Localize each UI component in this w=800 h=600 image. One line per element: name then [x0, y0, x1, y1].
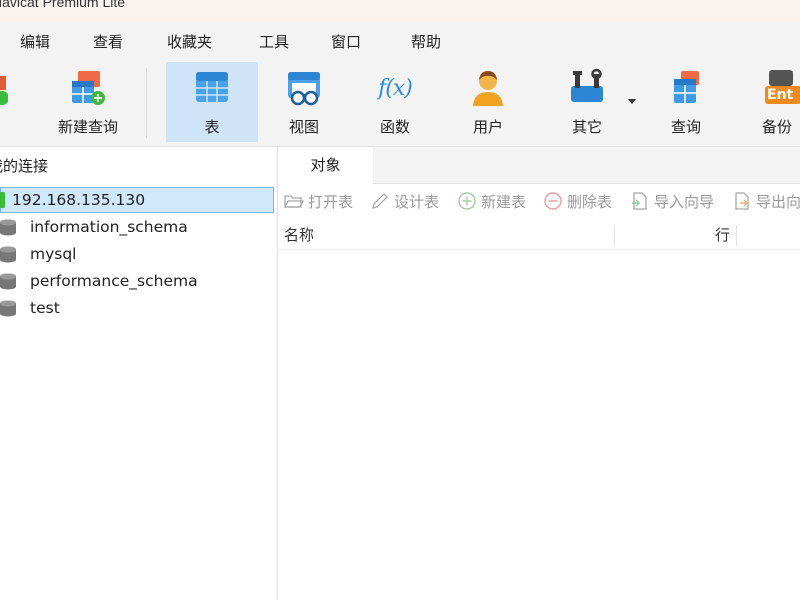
menu-tools[interactable]: 工具	[259, 31, 289, 52]
tree-item-database[interactable]: test	[0, 295, 277, 321]
export-icon	[735, 192, 749, 210]
query-button[interactable]: 查询	[644, 62, 728, 142]
menu-window[interactable]: 窗口	[331, 31, 361, 52]
other-label: 其它	[571, 118, 602, 136]
menu-help[interactable]: 帮助	[411, 31, 441, 52]
user-label: 用户	[472, 118, 503, 136]
connection-panel: 我的连接 192.168.135.130 information_schema …	[0, 147, 278, 600]
design-table-label: 设计表	[394, 192, 440, 211]
connection-panel-header: 我的连接	[0, 147, 277, 185]
new-query-label: 新建查询	[57, 118, 118, 136]
connection-icon	[0, 76, 8, 105]
view-icon	[288, 72, 320, 106]
object-list-header: 名称 行	[278, 222, 800, 250]
user-button[interactable]: 用户	[446, 62, 530, 142]
new-table-button[interactable]: 新建表	[457, 191, 526, 211]
connection-status-icon	[0, 192, 5, 208]
import-icon	[632, 192, 647, 210]
database-icon	[0, 273, 16, 290]
function-icon: f(x)	[373, 68, 417, 108]
view-button[interactable]: 视图	[262, 62, 346, 142]
table-label: 表	[204, 118, 220, 136]
folder-open-icon	[284, 195, 304, 208]
tree-item-database[interactable]: performance_schema	[0, 268, 277, 294]
view-label: 视图	[288, 118, 319, 136]
tree-item-database[interactable]: mysql	[0, 241, 277, 267]
title-bar: Navicat Premium Lite	[0, 0, 800, 22]
database-label: performance_schema	[30, 272, 198, 290]
new-table-label: 新建表	[481, 192, 527, 211]
column-header-name[interactable]: 名称	[284, 222, 314, 249]
delete-table-button[interactable]: 删除表	[543, 191, 612, 211]
open-table-button[interactable]: 打开表	[284, 191, 353, 211]
backup-label: 备份	[761, 118, 792, 136]
column-header-rows[interactable]: 行	[715, 222, 730, 249]
delete-table-label: 删除表	[567, 192, 613, 211]
tree-item-server[interactable]: 192.168.135.130	[0, 187, 274, 213]
export-wizard-label: 导出向导	[756, 192, 800, 211]
menu-view[interactable]: 查看	[93, 31, 123, 52]
object-tab-bar: 对象	[278, 147, 800, 184]
import-wizard-button[interactable]: 导入向导	[630, 191, 714, 211]
tab-objects[interactable]: 对象	[278, 147, 373, 184]
remove-circle-icon	[544, 192, 562, 210]
connection-button-partial[interactable]	[0, 62, 14, 142]
menu-bar: 编辑 查看 收藏夹 工具 窗口 帮助	[0, 22, 800, 62]
function-icon-glyph: f(x)	[378, 75, 413, 101]
table-button[interactable]: 表	[166, 62, 258, 142]
open-table-label: 打开表	[308, 192, 354, 211]
function-button[interactable]: f(x) 函数	[353, 62, 437, 142]
pencil-icon	[372, 193, 388, 209]
object-panel: 对象 打开表 设计表 新建表 删除表 导入向导 导出向 名称 行	[278, 147, 800, 600]
database-icon	[0, 300, 16, 317]
database-label: mysql	[30, 245, 77, 263]
toolbar-separator	[146, 68, 147, 138]
other-tools-icon	[571, 68, 603, 102]
user-icon	[473, 71, 503, 106]
database-label: information_schema	[30, 218, 188, 236]
main-toolbar: 新建查询 表 视图 f(x) 函数 用户 其它 查询 Ent 备份	[0, 62, 800, 147]
backup-button[interactable]: Ent 备份	[740, 62, 800, 142]
new-query-button[interactable]: 新建查询	[38, 62, 138, 142]
query-label: 查询	[670, 118, 701, 136]
tree-item-database[interactable]: information_schema	[0, 214, 277, 240]
column-divider[interactable]	[736, 225, 737, 246]
object-toolbar: 打开表 设计表 新建表 删除表 导入向导 导出向	[278, 184, 800, 218]
backup-icon: Ent	[755, 68, 800, 108]
query-icon	[674, 71, 699, 103]
database-icon	[0, 219, 16, 236]
menu-favorites[interactable]: 收藏夹	[167, 31, 212, 52]
other-dropdown-icon[interactable]	[628, 99, 638, 107]
database-label: test	[30, 299, 60, 317]
export-wizard-button[interactable]: 导出向导	[732, 191, 800, 211]
window-title: Navicat Premium Lite	[0, 0, 126, 10]
backup-icon-top	[769, 70, 793, 86]
function-label: 函数	[379, 118, 410, 136]
backup-icon-badge: Ent	[765, 86, 800, 104]
design-table-button[interactable]: 设计表	[370, 191, 439, 211]
add-circle-icon	[458, 192, 476, 210]
menu-edit[interactable]: 编辑	[20, 31, 50, 52]
table-icon	[196, 72, 228, 102]
database-icon	[0, 246, 16, 263]
column-divider[interactable]	[614, 225, 615, 246]
new-query-icon	[72, 71, 105, 105]
connection-panel-title: 我的连接	[0, 157, 49, 175]
import-wizard-label: 导入向导	[654, 192, 715, 211]
other-button[interactable]: 其它	[545, 62, 629, 142]
server-label: 192.168.135.130	[12, 191, 146, 209]
